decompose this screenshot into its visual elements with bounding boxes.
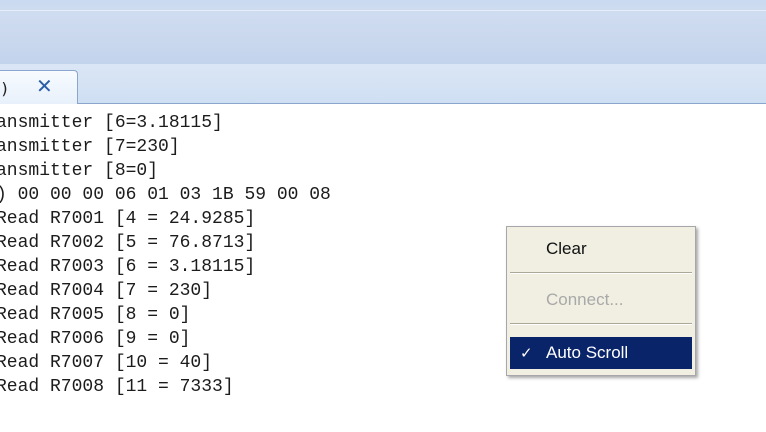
console-line: ansmitter [7=230] [0,137,180,157]
tab-label: ) [0,79,10,98]
menu-item-auto-scroll-label: Auto Scroll [546,343,629,362]
menu-item-connect-label: Connect... [546,290,624,309]
close-icon[interactable]: ✕ [36,75,53,97]
menu-item-clear-label: Clear [546,239,587,258]
tab-strip: ) ✕ [0,64,766,104]
console-line: ansmitter [8=0] [0,161,159,181]
console-line: Read R7001 [4 = 24.9285] [0,209,256,229]
title-band-highlight [0,10,766,11]
console-line: ansmitter [6=3.18115] [0,113,223,133]
console-line: Read R7003 [6 = 3.18115] [0,257,256,277]
checkmark-icon: ✓ [520,344,533,362]
console-line: Read R7008 [11 = 7333] [0,377,234,397]
title-band [0,0,766,64]
context-menu: Clear Connect... ✓ Auto Scroll [506,226,696,376]
console-line: Read R7004 [7 = 230] [0,281,213,301]
menu-item-auto-scroll[interactable]: ✓ Auto Scroll [510,337,692,369]
menu-item-clear[interactable]: Clear [510,233,692,265]
console-line: Read R7007 [10 = 40] [0,353,213,373]
menu-item-connect: Connect... [510,284,692,316]
console-line: Read R7005 [8 = 0] [0,305,191,325]
console-line: Read R7002 [5 = 76.8713] [0,233,256,253]
menu-separator [510,323,692,325]
console-line: ) 00 00 00 06 01 03 1B 59 00 08 [0,185,331,205]
console-line: Read R7006 [9 = 0] [0,329,191,349]
tab-console[interactable]: ) ✕ [0,70,78,104]
menu-separator [510,272,692,274]
